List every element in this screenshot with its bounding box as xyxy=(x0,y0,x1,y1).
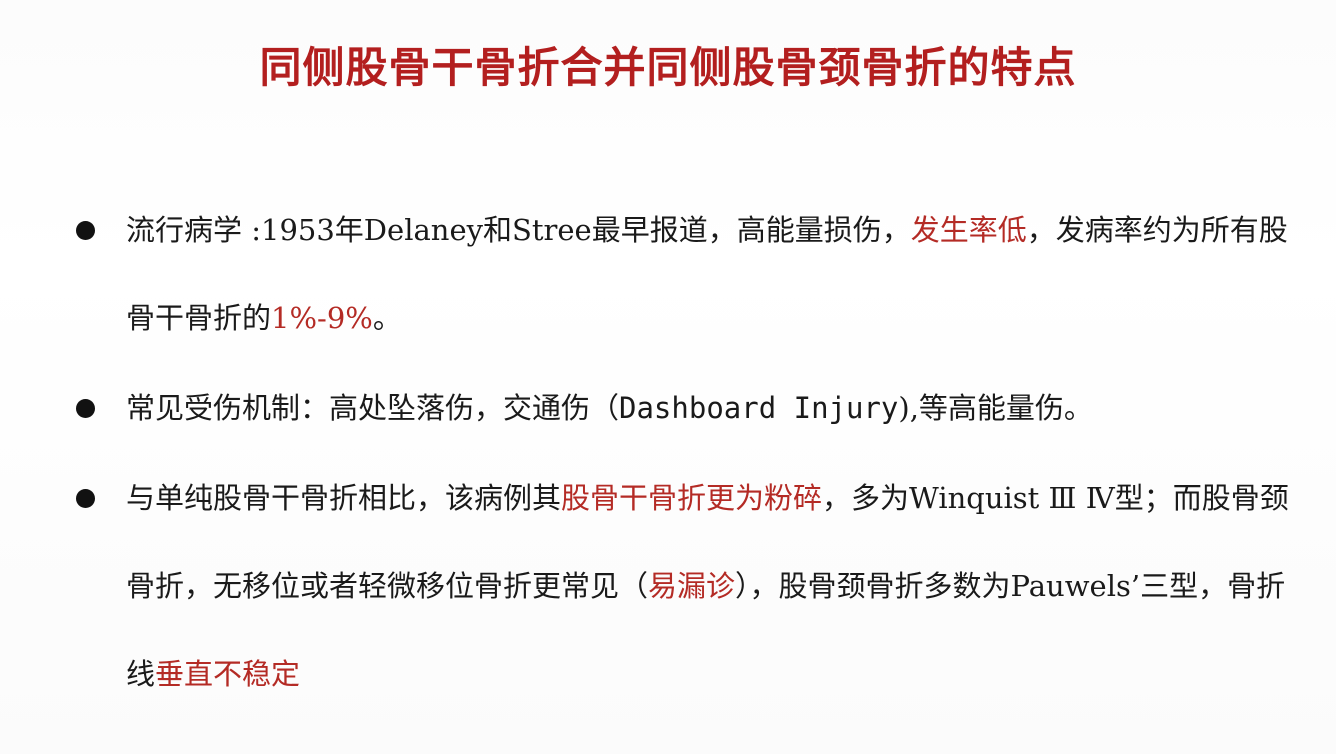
slide-title: 同侧股骨干骨折合并同侧股骨颈骨折的特点 xyxy=(259,43,1077,92)
low-incidence-highlight: 发生率低 xyxy=(910,213,1027,247)
bullet-list: 流行病学 :1953年Delaney和Stree最早报道，高能量损伤，发生率低，… xyxy=(70,186,1310,718)
mechanism-text: 常见受伤机制：高处坠落伤，交通伤（ xyxy=(126,391,620,425)
dashboard-injury-text: Dashboard Injury xyxy=(619,391,899,425)
missed-diagnosis-highlight: 易漏诊 xyxy=(648,569,736,603)
vertical-unstable-highlight: 垂直不稳定 xyxy=(155,657,301,691)
bullet-dot-icon xyxy=(76,399,95,418)
comparison-text: 与单纯股骨干骨折相比，该病例其 xyxy=(126,481,562,515)
comminuted-highlight: 股骨干骨折更为粉碎 xyxy=(561,481,823,515)
bullet-comparison: 与单纯股骨干骨折相比，该病例其股骨干骨折更为粉碎，多为Winquist Ⅲ Ⅳ型… xyxy=(70,454,1310,718)
mechanism-text-2: ),等高能量伤。 xyxy=(898,391,1093,425)
epidemiology-text-3: 。 xyxy=(372,301,402,335)
bullet-dot-icon xyxy=(76,489,95,508)
bullet-epidemiology: 流行病学 :1953年Delaney和Stree最早报道，高能量损伤，发生率低，… xyxy=(70,186,1310,362)
epidemiology-text: 流行病学 :1953年Delaney和Stree最早报道，高能量损伤， xyxy=(126,213,911,247)
bullet-injury-mechanism: 常见受伤机制：高处坠落伤，交通伤（Dashboard Injury),等高能量伤… xyxy=(70,364,1310,452)
bullet-dot-icon xyxy=(76,221,95,240)
percentage-highlight: 1%-9% xyxy=(271,301,373,335)
slide: 同侧股骨干骨折合并同侧股骨颈骨折的特点 流行病学 :1953年Delaney和S… xyxy=(0,0,1336,754)
